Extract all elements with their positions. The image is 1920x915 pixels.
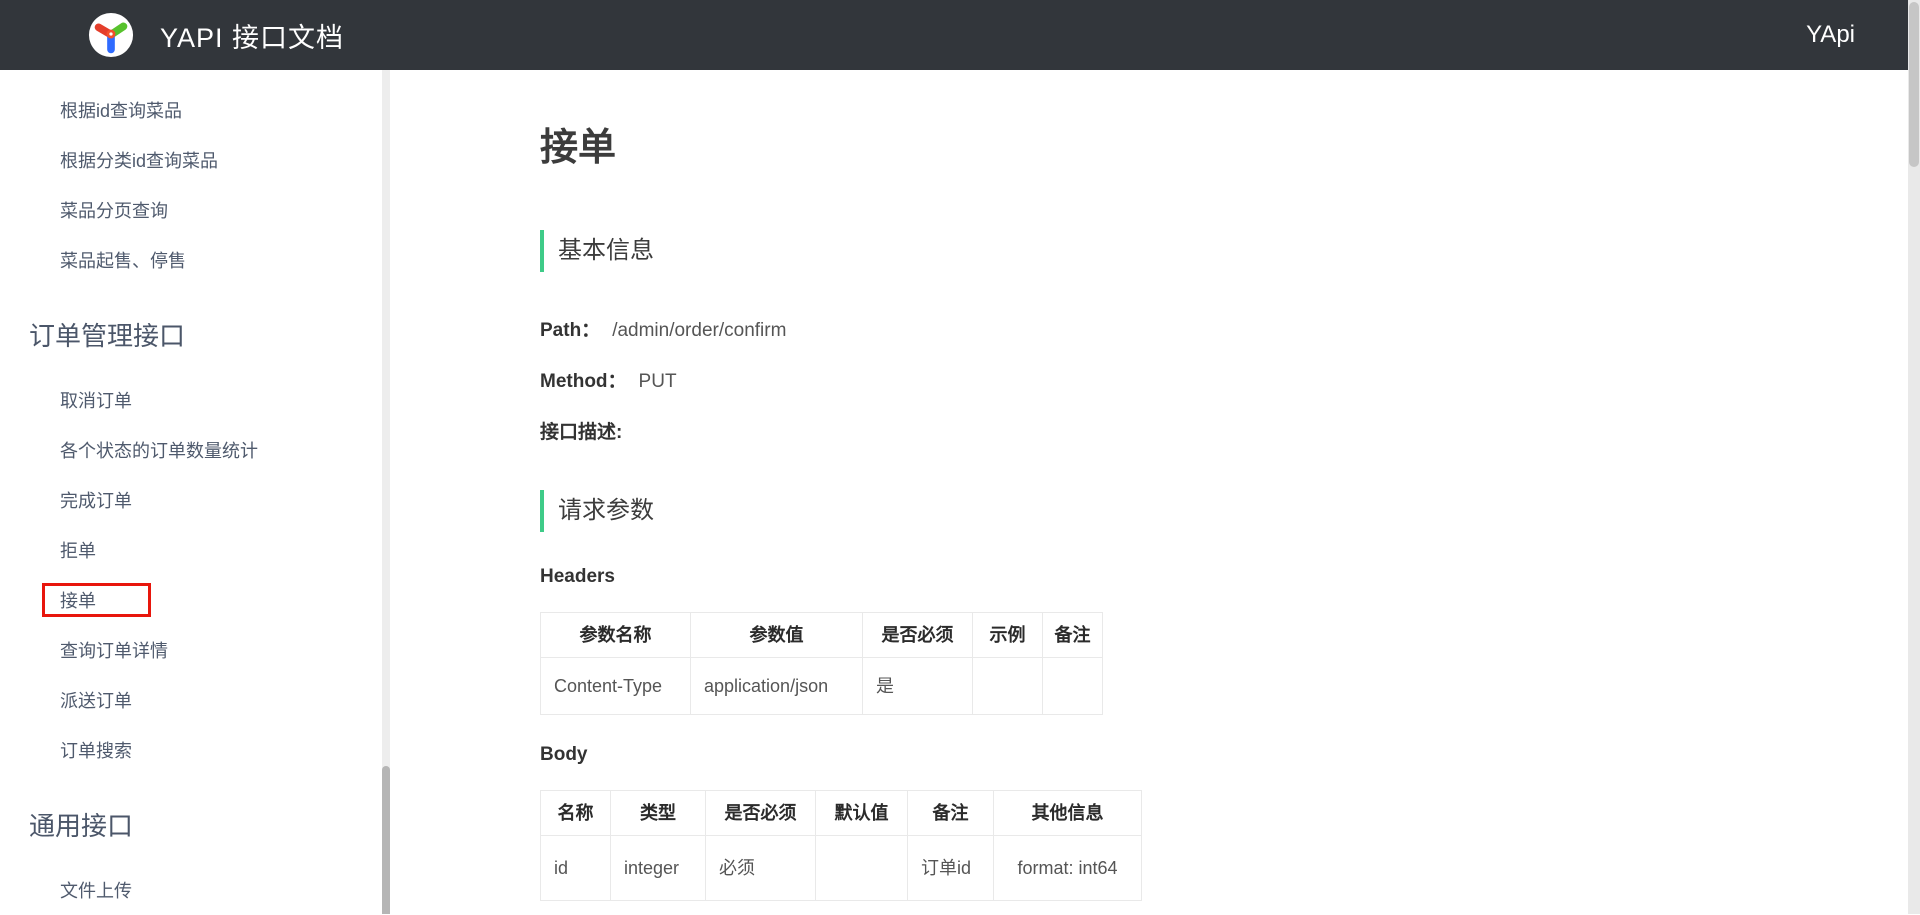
column-header: 备注 bbox=[1043, 613, 1103, 658]
sidebar-item-label: 接单 bbox=[42, 583, 151, 617]
sidebar-item[interactable]: 文件上传 bbox=[0, 865, 390, 915]
table-cell bbox=[1043, 658, 1103, 715]
table-cell: integer bbox=[611, 836, 706, 901]
path-row: Path： /admin/order/confirm bbox=[540, 318, 1908, 344]
column-header: 类型 bbox=[611, 791, 706, 836]
main-content: 接单 基本信息 Path： /admin/order/confirm Method… bbox=[390, 70, 1908, 914]
headers-table: 参数名称参数值是否必须示例备注Content-Typeapplication/j… bbox=[540, 612, 1103, 715]
page-title: YAPI 接口文档 bbox=[160, 16, 344, 55]
sidebar-item-label: 菜品分页查询 bbox=[60, 197, 168, 223]
sidebar-item-label: 通用接口 bbox=[29, 806, 133, 843]
column-header: 参数值 bbox=[691, 613, 863, 658]
body-table-label: Body bbox=[540, 743, 1908, 767]
sidebar-item[interactable]: 取消订单 bbox=[0, 375, 390, 425]
sidebar-nav: 根据id查询菜品根据分类id查询菜品菜品分页查询菜品起售、停售订单管理接口取消订… bbox=[0, 70, 390, 915]
sidebar-item-label: 根据分类id查询菜品 bbox=[60, 147, 218, 173]
page-scrollbar-thumb[interactable] bbox=[1909, 2, 1919, 167]
sidebar-item-label: 订单搜索 bbox=[60, 737, 132, 763]
sidebar-item-label: 查询订单详情 bbox=[60, 637, 168, 663]
sidebar-section-title: 通用接口 bbox=[0, 798, 390, 851]
section-heading-basic-info: 基本信息 bbox=[540, 230, 1908, 272]
headers-table-label: Headers bbox=[540, 565, 1908, 589]
sidebar-item-label: 取消订单 bbox=[60, 387, 132, 413]
api-title: 接单 bbox=[540, 118, 1908, 178]
sidebar-item-label: 订单管理接口 bbox=[29, 316, 185, 353]
sidebar-item[interactable]: 各个状态的订单数量统计 bbox=[0, 425, 390, 475]
column-header: 示例 bbox=[973, 613, 1043, 658]
column-header: 是否必须 bbox=[863, 613, 973, 658]
sidebar-item[interactable]: 完成订单 bbox=[0, 475, 390, 525]
path-label: Path： bbox=[540, 320, 600, 341]
table-cell: 必须 bbox=[706, 836, 816, 901]
table-header-row: 参数名称参数值是否必须示例备注 bbox=[541, 613, 1103, 658]
table-cell: application/json bbox=[691, 658, 863, 715]
column-header: 参数名称 bbox=[541, 613, 691, 658]
column-header: 其他信息 bbox=[994, 791, 1142, 836]
column-header: 默认值 bbox=[816, 791, 908, 836]
sidebar-item-label: 完成订单 bbox=[60, 487, 132, 513]
method-label: Method： bbox=[540, 371, 627, 392]
sidebar-item[interactable]: 菜品起售、停售 bbox=[0, 235, 390, 285]
description-label: 接口描述: bbox=[540, 422, 622, 443]
table-cell: 订单id bbox=[908, 836, 994, 901]
sidebar-item[interactable]: 派送订单 bbox=[0, 675, 390, 725]
sidebar-item-label: 拒单 bbox=[60, 537, 96, 563]
table-cell: Content-Type bbox=[541, 658, 691, 715]
sidebar-item[interactable]: 拒单 bbox=[0, 525, 390, 575]
table-row: idinteger必须 订单idformat: int64 bbox=[541, 836, 1142, 901]
table-cell: 是 bbox=[863, 658, 973, 715]
sidebar-item-label: 派送订单 bbox=[60, 687, 132, 713]
sidebar-item[interactable]: 菜品分页查询 bbox=[0, 185, 390, 235]
sidebar-item[interactable]: 订单搜索 bbox=[0, 725, 390, 775]
sidebar-scrollbar[interactable] bbox=[382, 70, 390, 914]
sidebar-scrollbar-thumb[interactable] bbox=[382, 766, 390, 914]
sidebar-item[interactable]: 根据分类id查询菜品 bbox=[0, 135, 390, 185]
section-heading-request-params: 请求参数 bbox=[540, 490, 1908, 532]
path-value: /admin/order/confirm bbox=[612, 320, 786, 341]
yapi-logo-icon[interactable] bbox=[88, 12, 134, 58]
page-scrollbar[interactable] bbox=[1908, 0, 1920, 914]
table-cell: id bbox=[541, 836, 611, 901]
method-value: PUT bbox=[639, 371, 677, 392]
sidebar-item[interactable]: 根据id查询菜品 bbox=[0, 85, 390, 135]
method-row: Method： PUT bbox=[540, 369, 1908, 395]
sidebar: 根据id查询菜品根据分类id查询菜品菜品分页查询菜品起售、停售订单管理接口取消订… bbox=[0, 70, 390, 914]
top-header-bar: YAPI 接口文档 YApi bbox=[0, 0, 1908, 70]
sidebar-item-label: 根据id查询菜品 bbox=[60, 97, 182, 123]
column-header: 名称 bbox=[541, 791, 611, 836]
table-cell bbox=[973, 658, 1043, 715]
sidebar-item-active[interactable]: 接单 bbox=[0, 575, 390, 625]
sidebar-item-label: 文件上传 bbox=[60, 877, 132, 903]
description-row: 接口描述: bbox=[540, 420, 1908, 446]
header-right-link[interactable]: YApi bbox=[1806, 0, 1855, 70]
sidebar-item-label: 菜品起售、停售 bbox=[60, 247, 186, 273]
column-header: 备注 bbox=[908, 791, 994, 836]
table-row: Content-Typeapplication/json是 bbox=[541, 658, 1103, 715]
table-cell bbox=[816, 836, 908, 901]
sidebar-item[interactable]: 查询订单详情 bbox=[0, 625, 390, 675]
sidebar-item-label: 各个状态的订单数量统计 bbox=[60, 437, 258, 463]
table-cell: format: int64 bbox=[994, 836, 1142, 901]
sidebar-section-title: 订单管理接口 bbox=[0, 308, 390, 361]
column-header: 是否必须 bbox=[706, 791, 816, 836]
body-table: 名称类型是否必须默认值备注其他信息idinteger必须订单idformat: … bbox=[540, 790, 1142, 901]
table-header-row: 名称类型是否必须默认值备注其他信息 bbox=[541, 791, 1142, 836]
